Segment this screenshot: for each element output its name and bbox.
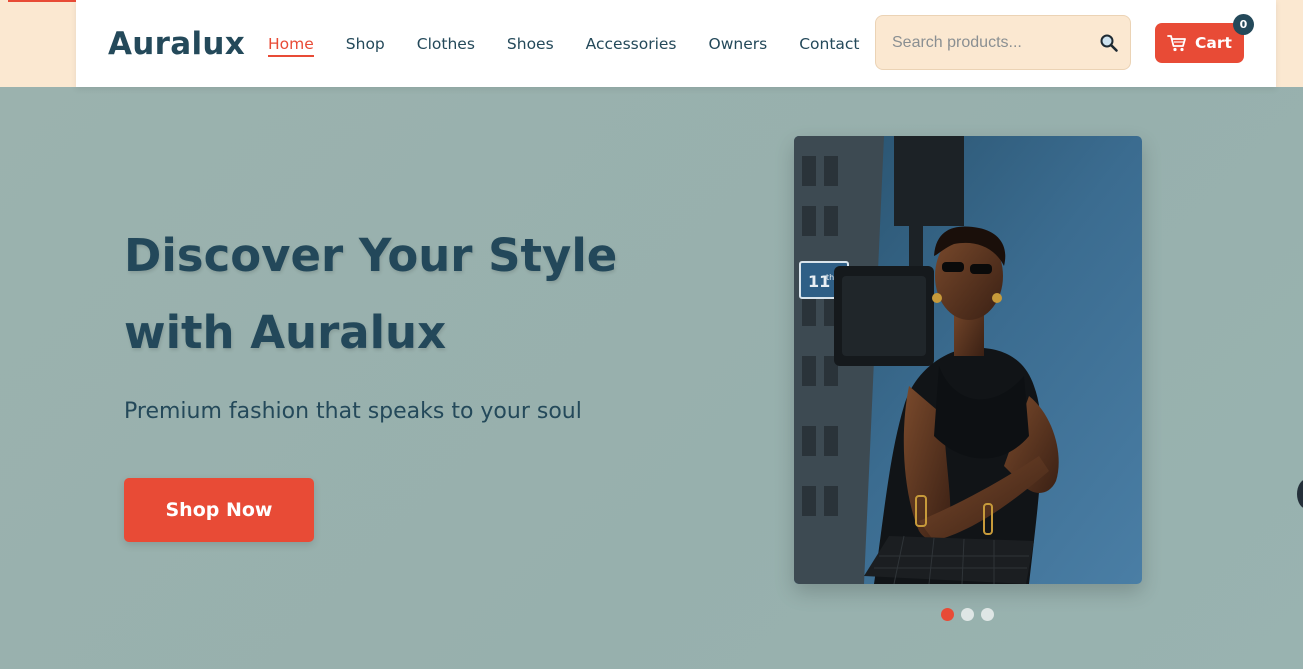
nav-contact[interactable]: Contact [799,31,859,57]
slide-dot-2[interactable] [961,608,974,621]
main-nav: Home Shop Clothes Shoes Accessories Owne… [268,31,892,57]
nav-shop[interactable]: Shop [346,31,385,57]
hero-title: Discover Your Style with Auralux [124,217,724,371]
cart-button[interactable]: Cart 0 [1155,14,1254,63]
nav-shoes[interactable]: Shoes [507,31,554,57]
nav-home[interactable]: Home [268,31,314,57]
cart-count-badge: 0 [1233,14,1254,35]
cart-icon [1167,34,1187,52]
search-icon[interactable] [1099,32,1119,54]
search-input[interactable] [892,33,1099,52]
hero-title-line-1: Discover Your Style [124,229,618,282]
floating-edge-button[interactable] [1297,479,1303,509]
cart-label: Cart [1195,34,1232,52]
brand-logo[interactable]: Auralux [108,26,268,62]
hero-slide-image: 11 th [794,136,1142,584]
nav-accessories[interactable]: Accessories [586,31,677,57]
hero-section: Discover Your Style with Auralux Premium… [0,87,1303,669]
slide-dot-3[interactable] [981,608,994,621]
site-header: Auralux Home Shop Clothes Shoes Accessor… [76,0,1276,87]
nav-owners[interactable]: Owners [709,31,768,57]
slide-dot-1[interactable] [941,608,954,621]
svg-text:th: th [826,273,834,282]
hero-subtitle: Premium fashion that speaks to your soul [124,399,582,424]
nav-clothes[interactable]: Clothes [417,31,475,57]
search-box [875,15,1131,70]
slider-dots [941,608,1001,621]
hero-title-line-2: with Auralux [124,306,447,359]
shop-now-button[interactable]: Shop Now [124,478,314,542]
